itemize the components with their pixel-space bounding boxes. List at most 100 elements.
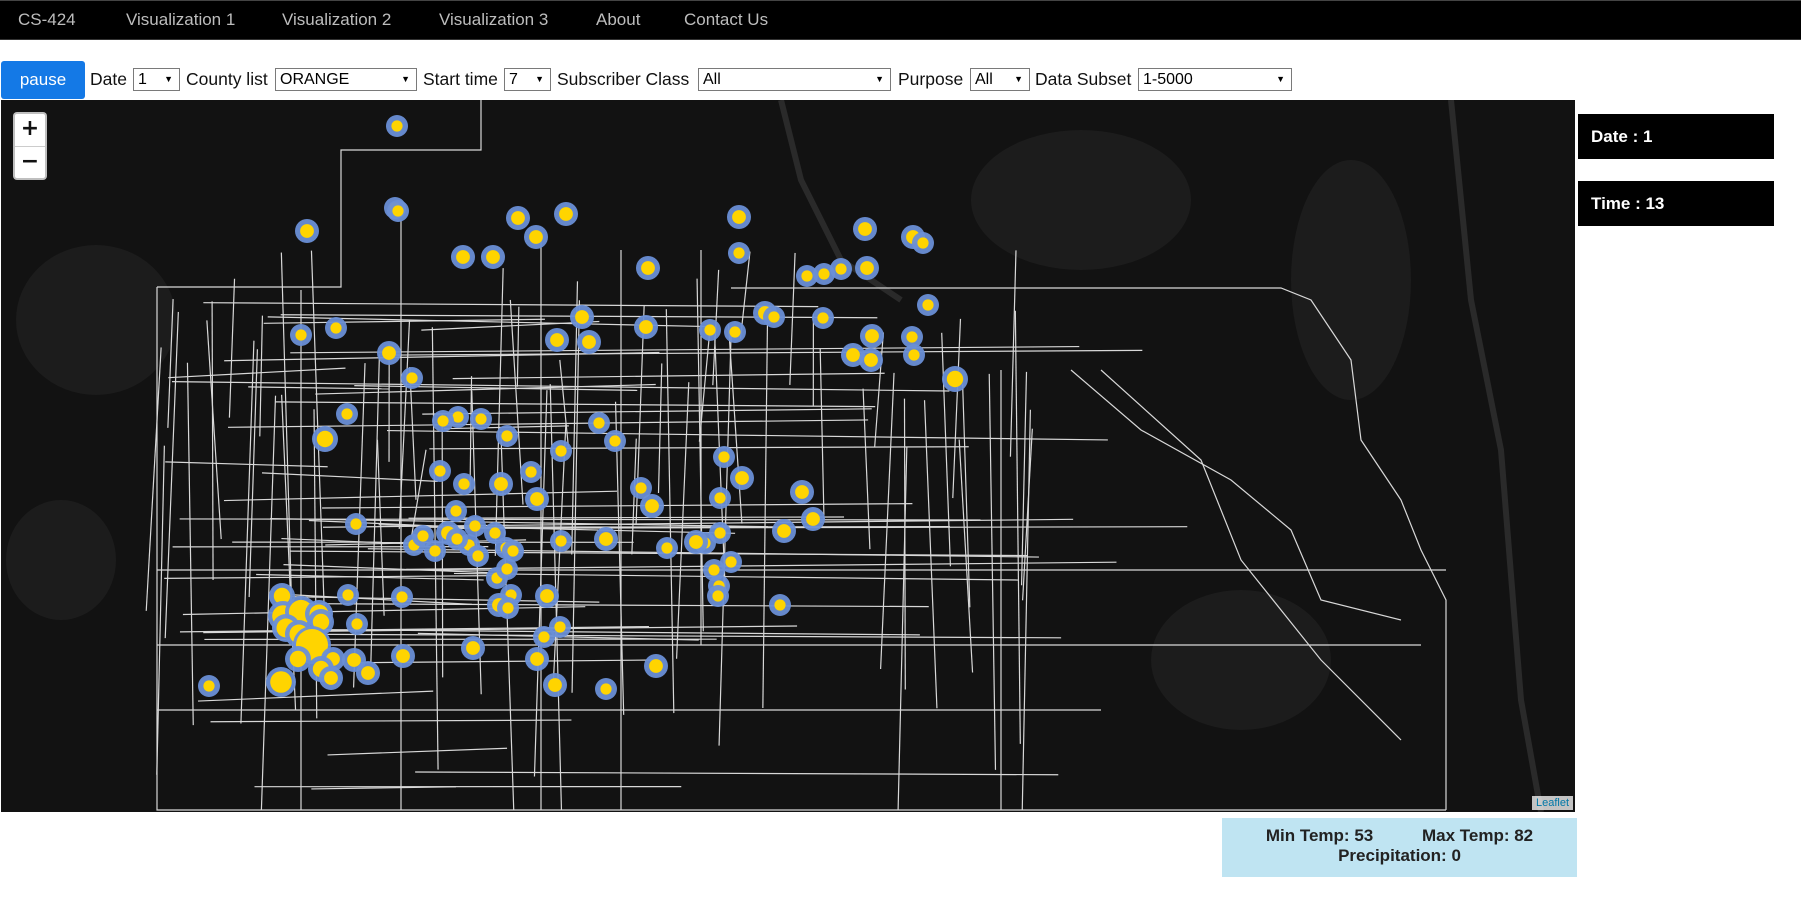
station-marker[interactable] <box>724 321 746 343</box>
station-marker[interactable] <box>545 328 569 352</box>
station-marker[interactable] <box>812 307 834 329</box>
station-marker[interactable] <box>446 528 468 550</box>
station-marker[interactable] <box>644 654 668 678</box>
station-marker[interactable] <box>520 461 542 483</box>
station-marker[interactable] <box>634 315 658 339</box>
station-marker[interactable] <box>445 500 467 522</box>
station-marker[interactable] <box>290 324 312 346</box>
station-marker[interactable] <box>720 551 742 573</box>
station-marker[interactable] <box>387 200 409 222</box>
station-marker[interactable] <box>855 256 879 280</box>
station-marker[interactable] <box>595 678 617 700</box>
subscriber-class-select[interactable]: All ▼ <box>698 68 891 91</box>
station-marker[interactable] <box>489 472 513 496</box>
station-marker[interactable] <box>709 487 731 509</box>
zoom-out-button[interactable]: − <box>15 147 45 179</box>
station-marker[interactable] <box>467 545 489 567</box>
station-marker[interactable] <box>859 348 883 372</box>
station-marker[interactable] <box>295 219 319 243</box>
station-marker[interactable] <box>356 661 380 685</box>
station-marker[interactable] <box>917 294 939 316</box>
station-marker[interactable] <box>769 594 791 616</box>
station-marker[interactable] <box>730 466 754 490</box>
station-marker[interactable] <box>429 460 451 482</box>
station-marker[interactable] <box>903 344 925 366</box>
station-marker[interactable] <box>481 245 505 269</box>
station-marker[interactable] <box>713 446 735 468</box>
purpose-select[interactable]: All ▼ <box>970 68 1030 91</box>
station-marker[interactable] <box>772 519 796 543</box>
station-marker[interactable] <box>325 317 347 339</box>
station-marker[interactable] <box>550 530 572 552</box>
station-marker[interactable] <box>860 324 884 348</box>
station-marker[interactable] <box>386 115 408 137</box>
nav-item-visualization-2[interactable]: Visualization 2 <box>282 10 391 30</box>
station-marker[interactable] <box>391 586 413 608</box>
station-marker[interactable] <box>699 319 721 341</box>
station-marker[interactable] <box>525 487 549 511</box>
station-marker[interactable] <box>830 258 852 280</box>
station-marker[interactable] <box>709 522 731 544</box>
station-marker[interactable] <box>502 540 524 562</box>
nav-brand-link[interactable]: CS-424 <box>18 10 76 30</box>
station-marker[interactable] <box>640 494 664 518</box>
station-marker[interactable] <box>377 341 401 365</box>
station-marker[interactable] <box>549 616 571 638</box>
data-subset-select[interactable]: 1-5000 ▼ <box>1138 68 1292 91</box>
station-marker[interactable] <box>727 205 751 229</box>
station-marker[interactable] <box>577 330 601 354</box>
station-marker[interactable] <box>801 507 825 531</box>
station-marker[interactable] <box>470 408 492 430</box>
station-marker[interactable] <box>496 425 518 447</box>
station-marker[interactable] <box>656 537 678 559</box>
station-marker[interactable] <box>345 513 367 535</box>
station-marker[interactable] <box>337 584 359 606</box>
station-marker[interactable] <box>461 636 485 660</box>
station-marker[interactable] <box>535 584 559 608</box>
station-marker[interactable] <box>319 666 343 690</box>
nav-item-about[interactable]: About <box>596 10 640 30</box>
station-marker[interactable] <box>497 597 519 619</box>
station-marker[interactable] <box>401 367 423 389</box>
station-marker[interactable] <box>451 245 475 269</box>
station-marker[interactable] <box>198 675 220 697</box>
station-marker[interactable] <box>506 206 530 230</box>
date-select[interactable]: 1 ▼ <box>133 68 180 91</box>
station-marker[interactable] <box>790 480 814 504</box>
station-marker[interactable] <box>942 366 968 392</box>
station-marker[interactable] <box>391 644 415 668</box>
county-select[interactable]: ORANGE ▼ <box>275 68 417 91</box>
station-marker[interactable] <box>707 585 729 607</box>
station-marker[interactable] <box>550 440 572 462</box>
station-marker[interactable] <box>346 613 368 635</box>
nav-item-visualization-1[interactable]: Visualization 1 <box>126 10 235 30</box>
nav-item-visualization-3[interactable]: Visualization 3 <box>439 10 548 30</box>
station-marker[interactable] <box>336 403 358 425</box>
station-marker[interactable] <box>636 256 660 280</box>
station-marker[interactable] <box>594 527 618 551</box>
station-marker[interactable] <box>543 673 567 697</box>
station-marker[interactable] <box>525 647 549 671</box>
pause-button[interactable]: pause <box>1 61 85 99</box>
station-marker[interactable] <box>266 667 296 697</box>
station-marker[interactable] <box>285 646 311 672</box>
station-marker[interactable] <box>554 202 578 226</box>
station-marker[interactable] <box>728 242 750 264</box>
map-container[interactable]: + − Leaflet <box>1 100 1575 812</box>
leaflet-attribution[interactable]: Leaflet <box>1531 796 1573 810</box>
station-marker[interactable] <box>432 410 454 432</box>
station-marker[interactable] <box>570 305 594 329</box>
station-marker[interactable] <box>604 430 626 452</box>
station-marker[interactable] <box>853 217 877 241</box>
station-marker[interactable] <box>312 426 338 452</box>
station-marker[interactable] <box>684 530 708 554</box>
station-marker[interactable] <box>588 412 610 434</box>
station-marker[interactable] <box>453 473 475 495</box>
station-marker[interactable] <box>763 306 785 328</box>
station-marker[interactable] <box>912 232 934 254</box>
zoom-in-button[interactable]: + <box>15 114 45 147</box>
nav-item-contact-us[interactable]: Contact Us <box>684 10 768 30</box>
station-marker[interactable] <box>524 225 548 249</box>
start-time-select[interactable]: 7 ▼ <box>504 68 551 91</box>
station-marker[interactable] <box>464 515 486 537</box>
